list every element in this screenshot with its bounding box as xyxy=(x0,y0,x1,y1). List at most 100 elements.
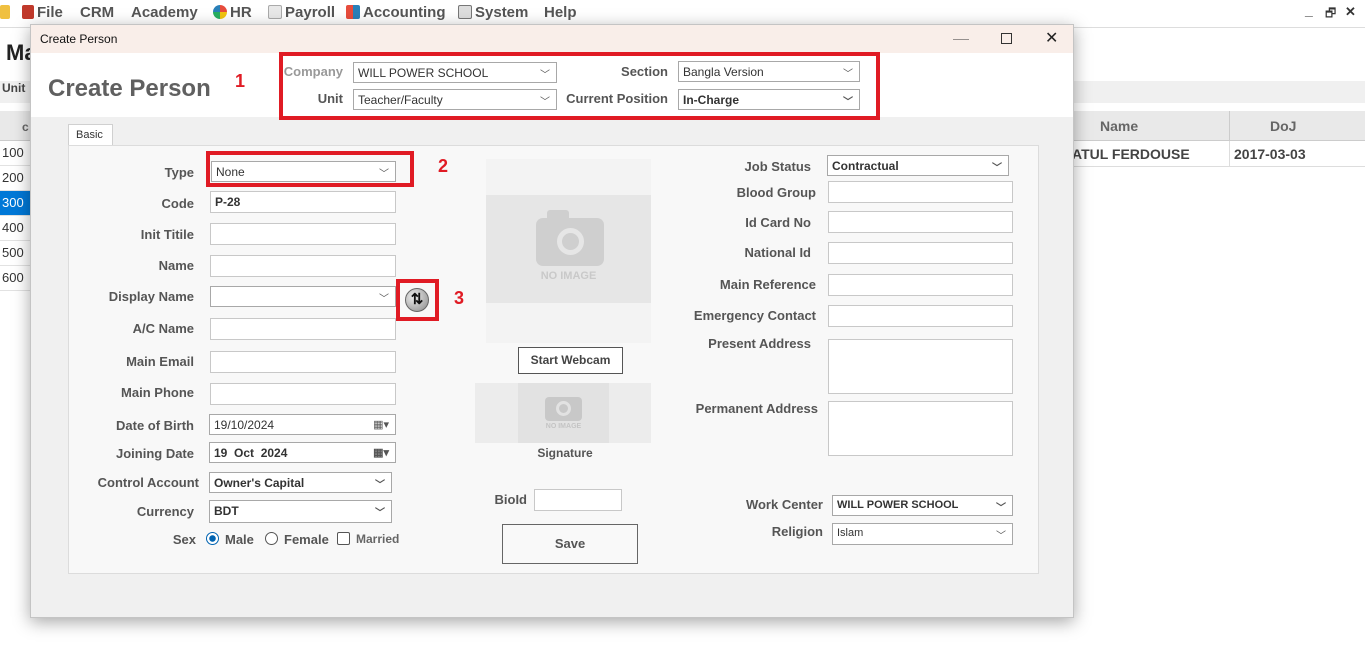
calendar-icon[interactable]: ▦▾ xyxy=(373,446,389,459)
grid-row-code[interactable]: 600 xyxy=(0,266,30,291)
dob-picker[interactable]: 19/10/2024 ▦▾ xyxy=(209,414,396,435)
menu-payroll[interactable]: Payroll xyxy=(268,4,335,21)
control-account-select[interactable]: Owner's Capital ﹀ xyxy=(209,472,392,493)
dialog-maximize-button[interactable] xyxy=(1001,33,1012,44)
name-label: Name xyxy=(158,258,194,273)
joining-date-label: Joining Date xyxy=(115,446,194,461)
main-phone-field[interactable] xyxy=(210,383,396,405)
signature-label: Signature xyxy=(537,446,593,460)
grid-col-line xyxy=(1229,141,1230,167)
main-email-label: Main Email xyxy=(126,354,194,369)
dialog-titlebar xyxy=(31,25,1073,53)
company-label: Company xyxy=(283,64,343,79)
id-card-field[interactable] xyxy=(828,211,1013,233)
menu-academy[interactable]: Academy xyxy=(131,4,198,21)
control-account-label: Control Account xyxy=(97,475,199,490)
grid-row-line xyxy=(1072,166,1365,167)
code-field[interactable]: P-28 xyxy=(210,191,396,213)
annotation-3: 3 xyxy=(454,288,465,308)
emergency-contact-field[interactable] xyxy=(828,305,1013,327)
current-position-select[interactable]: In-Charge ﹀ xyxy=(678,89,860,110)
main-phone-label: Main Phone xyxy=(121,385,194,400)
grid-row-code[interactable]: 300 xyxy=(0,191,30,216)
main-email-field[interactable] xyxy=(210,351,396,373)
ac-name-field[interactable] xyxy=(210,318,396,340)
init-title-field[interactable] xyxy=(210,223,396,245)
section-label: Section xyxy=(621,64,668,79)
currency-label: Currency xyxy=(136,504,194,519)
work-center-select[interactable]: WILL POWER SCHOOL ﹀ xyxy=(832,495,1013,516)
national-id-field[interactable] xyxy=(828,242,1013,264)
dialog-close-button[interactable]: ✕ xyxy=(1045,28,1058,48)
chevron-down-icon: ﹀ xyxy=(996,531,1006,542)
menu-system[interactable]: System xyxy=(458,4,528,21)
app-close-button[interactable]: ✕ xyxy=(1345,4,1356,20)
job-status-label: Job Status xyxy=(744,159,811,174)
chevron-down-icon: ﹀ xyxy=(992,163,1002,174)
main-reference-field[interactable] xyxy=(828,274,1013,296)
dialog-minimize-button[interactable] xyxy=(953,34,969,40)
app-restore-button[interactable]: 🗗 xyxy=(1325,4,1336,25)
male-radio[interactable] xyxy=(206,532,219,545)
grid-first-row-name[interactable]: ATUL FERDOUSE xyxy=(1072,146,1190,162)
refresh-button[interactable]: ⇅ xyxy=(405,288,429,312)
save-button[interactable]: Save xyxy=(502,524,638,564)
grid-row-code[interactable]: 100 xyxy=(0,141,30,166)
camera-icon xyxy=(536,210,604,266)
name-field[interactable] xyxy=(210,255,396,277)
refresh-icon: ⇅ xyxy=(410,291,424,308)
ac-name-label: A/C Name xyxy=(132,321,194,336)
currency-select[interactable]: BDT ﹀ xyxy=(209,500,392,523)
app-minimize-button[interactable]: _ xyxy=(1305,2,1313,18)
menu-hr[interactable]: HR xyxy=(213,4,252,21)
grid-first-row-doj[interactable]: 2017-03-03 xyxy=(1234,146,1306,162)
national-id-label: National Id xyxy=(744,245,811,260)
grid-row-code[interactable]: 200 xyxy=(0,166,30,191)
blood-group-label: Blood Group xyxy=(736,185,816,200)
chevron-down-icon: ﹀ xyxy=(540,70,550,81)
menu-crm[interactable]: CRM xyxy=(80,4,114,21)
grid-row-code[interactable]: 400 xyxy=(0,216,30,241)
company-select[interactable]: WILL POWER SCHOOL ﹀ xyxy=(353,62,557,83)
married-checkbox[interactable] xyxy=(337,532,350,545)
system-icon xyxy=(458,5,472,19)
blood-group-field[interactable] xyxy=(828,181,1013,203)
joining-date-picker[interactable]: 19 Oct 2024 ▦▾ xyxy=(209,442,396,463)
unit-select[interactable]: Teacher/Faculty ﹀ xyxy=(353,89,557,110)
grid-header-doj[interactable]: DoJ xyxy=(1270,118,1296,134)
hr-icon xyxy=(213,5,227,19)
menu-accounting[interactable]: Accounting xyxy=(346,4,446,21)
app-icon xyxy=(0,5,10,19)
grid-header-name[interactable]: Name xyxy=(1100,118,1138,134)
present-address-label: Present Address xyxy=(708,336,811,351)
create-person-dialog: Create Person ✕ Create Person 1 Company … xyxy=(30,24,1074,618)
unit-label: Unit xyxy=(317,91,343,106)
chevron-down-icon: ﹀ xyxy=(375,480,385,491)
no-image-text: NO IMAGE xyxy=(540,270,597,282)
chevron-down-icon: ﹀ xyxy=(996,503,1006,514)
female-label: Female xyxy=(284,532,329,547)
tab-basic[interactable]: Basic xyxy=(68,124,113,146)
work-center-label: Work Center xyxy=(745,497,823,512)
chevron-down-icon: ﹀ xyxy=(379,169,389,180)
grid-row-code[interactable]: 500 xyxy=(0,241,30,266)
permanent-address-label: Permanent Address xyxy=(695,401,818,416)
menu-file[interactable]: File xyxy=(0,4,63,21)
id-card-label: Id Card No xyxy=(745,215,811,230)
init-title-label: Init Titile xyxy=(140,227,194,242)
female-radio[interactable] xyxy=(265,532,278,545)
religion-select[interactable]: Islam ﹀ xyxy=(832,523,1013,545)
job-status-select[interactable]: Contractual ﹀ xyxy=(827,155,1009,176)
bioid-label: BioId xyxy=(494,492,528,507)
menu-help[interactable]: Help xyxy=(544,4,577,21)
type-select[interactable]: None ﹀ xyxy=(211,161,396,182)
present-address-field[interactable] xyxy=(828,339,1013,394)
start-webcam-button[interactable]: Start Webcam xyxy=(518,347,623,374)
chevron-down-icon: ﹀ xyxy=(540,97,550,108)
calendar-icon[interactable]: ▦▾ xyxy=(373,418,389,431)
permanent-address-field[interactable] xyxy=(828,401,1013,456)
display-name-select[interactable]: ﹀ xyxy=(210,286,396,307)
bioid-field[interactable] xyxy=(534,489,622,511)
chevron-down-icon: ﹀ xyxy=(843,69,853,80)
section-select[interactable]: Bangla Version ﹀ xyxy=(678,61,860,82)
